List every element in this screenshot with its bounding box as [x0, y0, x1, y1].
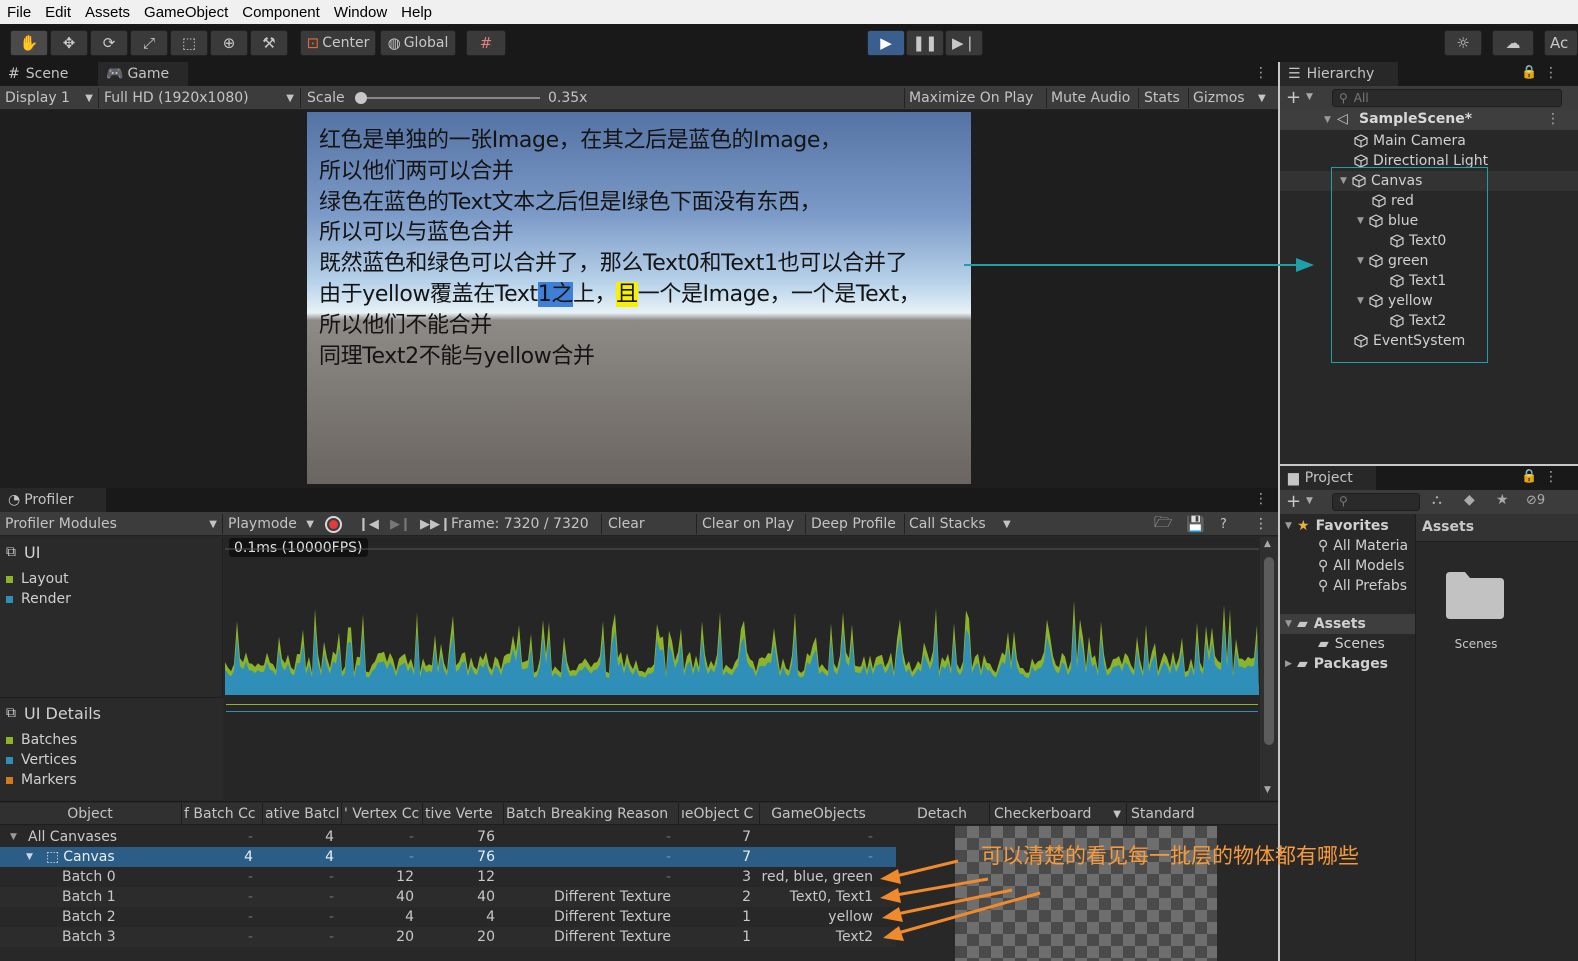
orange-arrow-line: [896, 888, 1013, 916]
orange-arrowhead: [880, 888, 901, 903]
annotation-note: 可以清楚的看见每一批层的物体都有哪些: [981, 844, 1359, 868]
annotation-overlay: [880, 258, 1314, 941]
orange-arrow-line: [895, 859, 959, 878]
orange-arrowhead: [883, 926, 904, 941]
teal-arrowhead: [1296, 258, 1314, 272]
orange-arrowhead: [880, 869, 901, 884]
orange-arrow-line: [895, 877, 989, 897]
orange-arrowhead: [882, 907, 903, 922]
